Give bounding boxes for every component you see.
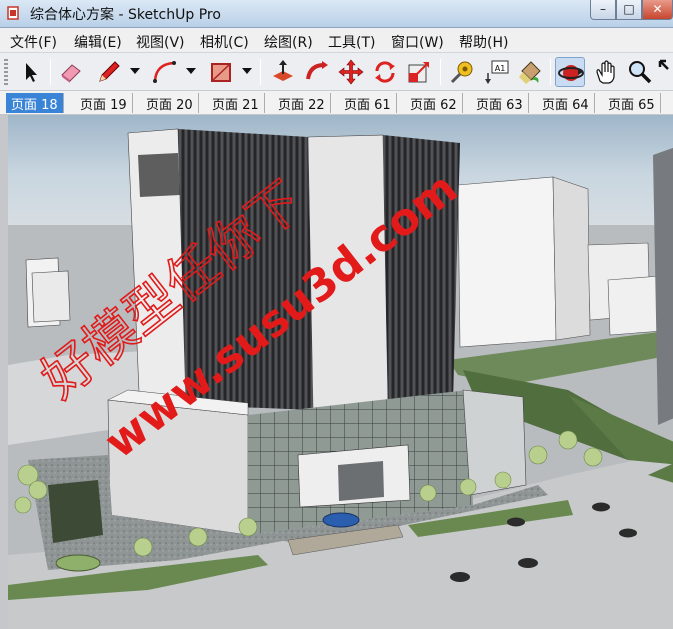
- scene-tab[interactable]: 页面 65: [603, 93, 661, 113]
- scene-tab[interactable]: 页面 61: [339, 93, 397, 113]
- zoom-extents-icon[interactable]: [656, 57, 673, 87]
- push-pull-icon[interactable]: [268, 57, 298, 87]
- orbit-icon[interactable]: [555, 57, 585, 87]
- menu-bar: 文件(F) 编辑(E) 视图(V) 相机(C) 绘图(R) 工具(T) 窗口(W…: [0, 28, 673, 53]
- scene-tab[interactable]: 页面 19: [75, 93, 133, 113]
- scene-tabs: 页面 18 页面 19 页面 20 页面 21 页面 22 页面 61 页面 6…: [0, 91, 673, 115]
- menu-draw[interactable]: 绘图(R): [264, 32, 313, 52]
- rectangle-icon[interactable]: [206, 57, 236, 87]
- scale-icon[interactable]: [404, 57, 434, 87]
- pencil-dropdown[interactable]: [130, 68, 140, 74]
- toolbar-separator: [550, 59, 551, 85]
- zoom-icon[interactable]: [625, 57, 655, 87]
- menu-edit[interactable]: 编辑(E): [74, 32, 122, 52]
- building-model-render: [8, 128, 673, 629]
- scene-tab[interactable]: 页面 62: [405, 93, 463, 113]
- eraser-icon[interactable]: [56, 57, 86, 87]
- tape-measure-icon[interactable]: [448, 57, 478, 87]
- main-toolbar: A1: [0, 53, 673, 91]
- maximize-button[interactable]: □: [616, 0, 642, 20]
- text-icon[interactable]: A1: [482, 57, 512, 87]
- menu-tools[interactable]: 工具(T): [328, 32, 375, 52]
- sketchup-logo-icon: [7, 6, 19, 20]
- scene-tab[interactable]: 页面 20: [141, 93, 199, 113]
- menu-help[interactable]: 帮助(H): [459, 32, 508, 52]
- toolbar-separator: [50, 59, 51, 85]
- toolbar-separator: [260, 59, 261, 85]
- toolbar-grip[interactable]: [4, 59, 8, 85]
- text-tool-label: A1: [495, 64, 506, 73]
- rotate-icon[interactable]: [370, 57, 400, 87]
- close-button[interactable]: ✕: [642, 0, 673, 20]
- pan-icon[interactable]: [591, 57, 621, 87]
- menu-view[interactable]: 视图(V): [136, 32, 185, 52]
- arc-icon[interactable]: [150, 57, 180, 87]
- scene-tab[interactable]: 页面 63: [471, 93, 529, 113]
- paint-bucket-icon[interactable]: [516, 57, 546, 87]
- menu-camera[interactable]: 相机(C): [200, 32, 249, 52]
- menu-file[interactable]: 文件(F): [10, 32, 57, 52]
- arc-dropdown[interactable]: [186, 68, 196, 74]
- rectangle-dropdown[interactable]: [242, 68, 252, 74]
- scene-tab[interactable]: 页面 64: [537, 93, 595, 113]
- scene-tab[interactable]: 页面 21: [207, 93, 265, 113]
- model-viewport[interactable]: [0, 115, 673, 629]
- title-bar: 综合体心方案 - SketchUp Pro – □ ✕: [0, 0, 673, 28]
- scene-tab[interactable]: 页面 18: [6, 93, 64, 113]
- minimize-button[interactable]: –: [590, 0, 616, 20]
- menu-window[interactable]: 窗口(W): [391, 32, 444, 52]
- move-icon[interactable]: [336, 57, 366, 87]
- toolbar-separator: [440, 59, 441, 85]
- scene-tab[interactable]: 页面 22: [273, 93, 331, 113]
- follow-me-icon[interactable]: [302, 57, 332, 87]
- window-title: 综合体心方案 - SketchUp Pro: [30, 7, 221, 23]
- select-icon[interactable]: [16, 57, 46, 87]
- pencil-icon[interactable]: [94, 57, 124, 87]
